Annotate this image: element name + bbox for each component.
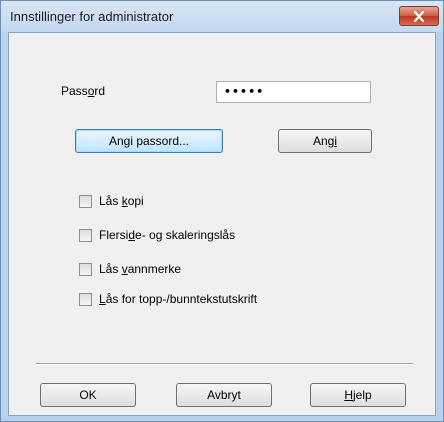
admin-settings-dialog: Innstillinger for administrator Passord … [0,0,444,422]
ok-button[interactable]: OK [40,383,136,407]
lock-header-footer-label: Lås for topp-/bunntekstutskrift [99,292,258,306]
window-title: Innstillinger for administrator [10,9,174,24]
multipage-scaling-lock-label: Flerside- og skaleringslås [99,228,236,242]
help-button[interactable]: Hjelp [310,383,406,407]
lock-watermark-checkbox[interactable] [79,262,92,276]
cancel-button[interactable]: Avbryt [176,383,272,407]
lock-header-footer-checkbox[interactable] [79,292,92,306]
lock-copy-checkbox[interactable] [79,194,92,208]
title-bar[interactable]: Innstillinger for administrator [1,1,443,32]
password-field[interactable]: ••••• [216,81,371,103]
close-button[interactable] [399,6,439,26]
password-label: Passord [61,84,106,98]
checkbox-row-lock-copy[interactable]: Lås kopi [79,193,144,209]
multipage-scaling-lock-checkbox[interactable] [79,228,92,242]
close-icon [413,10,425,22]
dialog-body: Passord ••••• Angi passord... Ang i Lås k… [8,32,436,416]
divider [36,363,413,365]
lock-watermark-label: Lås vannmerke [99,262,182,276]
lock-copy-label: Lås kopi [99,194,144,208]
checkbox-row-lock-header-footer[interactable]: Lås for topp-/bunntekstutskrift [79,291,257,307]
checkbox-row-multipage-scaling-lock[interactable]: Flerside- og skaleringslås [79,227,235,243]
checkbox-row-lock-watermark[interactable]: Lås vannmerke [79,261,181,277]
set-password-button[interactable]: Angi passord... [75,129,223,153]
set-button[interactable]: Ang i [278,129,372,153]
